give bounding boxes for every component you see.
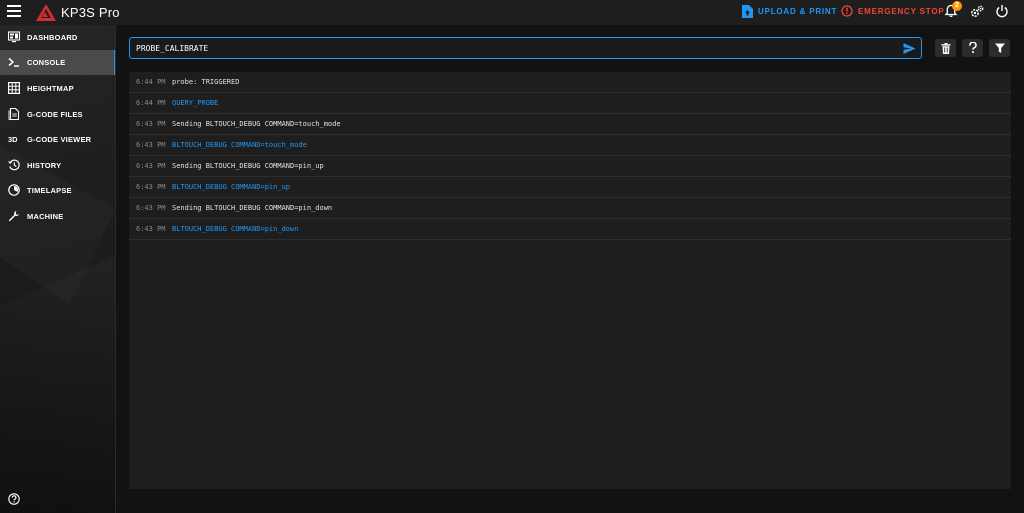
- log-command-link[interactable]: QUERY_PROBE: [172, 99, 218, 107]
- command-help-button[interactable]: [962, 39, 983, 57]
- sidebar-item-heightmap[interactable]: HEIGHTMAP: [0, 76, 115, 101]
- send-icon[interactable]: [903, 42, 916, 55]
- log-timestamp: 6:43 PM: [136, 225, 166, 233]
- main-content: 6:44 PM probe: TRIGGERED 6:44 PM QUERY_PROB…: [117, 25, 1024, 513]
- sidebar-item-dashboard[interactable]: DASHBOARD: [0, 25, 115, 50]
- log-timestamp: 6:43 PM: [136, 183, 166, 191]
- emergency-stop-button[interactable]: EMERGENCY STOP: [841, 5, 944, 17]
- log-timestamp: 6:43 PM: [136, 162, 166, 170]
- logo: [36, 4, 56, 21]
- log-timestamp: 6:43 PM: [136, 204, 166, 212]
- sidebar-item-label: DASHBOARD: [27, 33, 78, 42]
- console-log-row: 6:43 PM Sending BLTOUCH_DEBUG COMMAND=pin…: [129, 198, 1011, 219]
- emergency-stop-label: EMERGENCY STOP: [858, 6, 945, 16]
- sidebar: DASHBOARD CONSOLE HEIGHTMAP G-CODE FILES…: [0, 25, 116, 513]
- command-input-container: [129, 37, 922, 59]
- log-message: Sending BLTOUCH_DEBUG COMMAND=pin_down: [172, 204, 333, 212]
- log-command-link[interactable]: BLTOUCH_DEBUG COMMAND=pin_up: [172, 183, 290, 191]
- help-circle-icon[interactable]: [8, 493, 20, 505]
- 3d-icon: 3D: [8, 135, 18, 144]
- upload-print-button[interactable]: UPLOAD & PRINT: [742, 5, 837, 18]
- power-icon: [996, 5, 1008, 18]
- console-log-row: 6:43 PM Sending BLTOUCH_DEBUG COMMAND=pin…: [129, 156, 1011, 177]
- log-timestamp: 6:43 PM: [136, 141, 166, 149]
- notifications-button[interactable]: 2: [944, 1, 962, 20]
- sidebar-item-label: G-CODE VIEWER: [27, 135, 92, 144]
- sidebar-item-label: HISTORY: [27, 161, 62, 170]
- sidebar-item-label: G-CODE FILES: [27, 110, 83, 119]
- console-log-row: 6:44 PM QUERY_PROBE: [129, 93, 1011, 114]
- wrench-icon: [8, 210, 20, 222]
- console-log-row: 6:43 PM BLTOUCH_DEBUG COMMAND=pin_up: [129, 177, 1011, 198]
- sidebar-item-gcode-viewer[interactable]: 3D G-CODE VIEWER: [0, 127, 115, 152]
- log-message: probe: TRIGGERED: [172, 78, 240, 86]
- upload-print-label: UPLOAD & PRINT: [758, 7, 838, 16]
- log-timestamp: 6:44 PM: [136, 99, 166, 107]
- timelapse-icon: [8, 184, 20, 196]
- file-document-icon: [8, 108, 20, 120]
- svg-text:3D: 3D: [8, 135, 18, 144]
- sidebar-item-label: HEIGHTMAP: [27, 84, 74, 93]
- history-icon: [8, 159, 20, 171]
- sidebar-item-timelapse[interactable]: TIMELAPSE: [0, 178, 115, 203]
- sidebar-item-gcode-files[interactable]: G-CODE FILES: [0, 102, 115, 127]
- question-mark-icon: [968, 42, 977, 53]
- grid-icon: [8, 82, 20, 94]
- console-log-row: 6:43 PM Sending BLTOUCH_DEBUG COMMAND=tou…: [129, 114, 1011, 135]
- sidebar-item-label: MACHINE: [27, 212, 64, 221]
- cogs-icon: [970, 5, 984, 18]
- console-log-row: 6:43 PM BLTOUCH_DEBUG COMMAND=pin_down: [129, 219, 1011, 240]
- log-timestamp: 6:44 PM: [136, 78, 166, 86]
- log-command-link[interactable]: BLTOUCH_DEBUG COMMAND=pin_down: [172, 225, 298, 233]
- filter-icon: [994, 43, 1005, 53]
- log-message: Sending BLTOUCH_DEBUG COMMAND=pin_up: [172, 162, 324, 170]
- console-log-row: 6:44 PM probe: TRIGGERED: [129, 72, 1011, 93]
- settings-button[interactable]: [969, 4, 985, 20]
- clear-console-button[interactable]: [935, 39, 956, 57]
- app-title: KP3S Pro: [61, 5, 120, 20]
- sidebar-item-label: TIMELAPSE: [27, 186, 72, 195]
- alert-circle-icon: [841, 5, 853, 17]
- console-log-row: 6:43 PM BLTOUCH_DEBUG COMMAND=touch_mode: [129, 135, 1011, 156]
- log-timestamp: 6:43 PM: [136, 120, 166, 128]
- file-upload-icon: [742, 5, 753, 18]
- sidebar-item-console[interactable]: CONSOLE: [0, 50, 115, 75]
- notification-badge: 2: [952, 1, 962, 11]
- console-icon: [8, 57, 19, 67]
- monitor-dashboard-icon: [8, 31, 20, 43]
- menu-icon[interactable]: [7, 5, 21, 19]
- log-message: Sending BLTOUCH_DEBUG COMMAND=touch_mode: [172, 120, 341, 128]
- power-button[interactable]: [995, 4, 1011, 20]
- app-bar: KP3S Pro UPLOAD & PRINT EMERGENCY STOP 2: [0, 0, 1024, 25]
- sidebar-item-label: CONSOLE: [27, 58, 66, 67]
- console-log: 6:44 PM probe: TRIGGERED 6:44 PM QUERY_PROB…: [129, 72, 1011, 489]
- log-command-link[interactable]: BLTOUCH_DEBUG COMMAND=touch_mode: [172, 141, 307, 149]
- sidebar-item-machine[interactable]: MACHINE: [0, 204, 115, 229]
- command-input[interactable]: [136, 42, 876, 55]
- sidebar-item-history[interactable]: HISTORY: [0, 153, 115, 178]
- delete-icon: [941, 42, 950, 54]
- filter-button[interactable]: [989, 39, 1010, 57]
